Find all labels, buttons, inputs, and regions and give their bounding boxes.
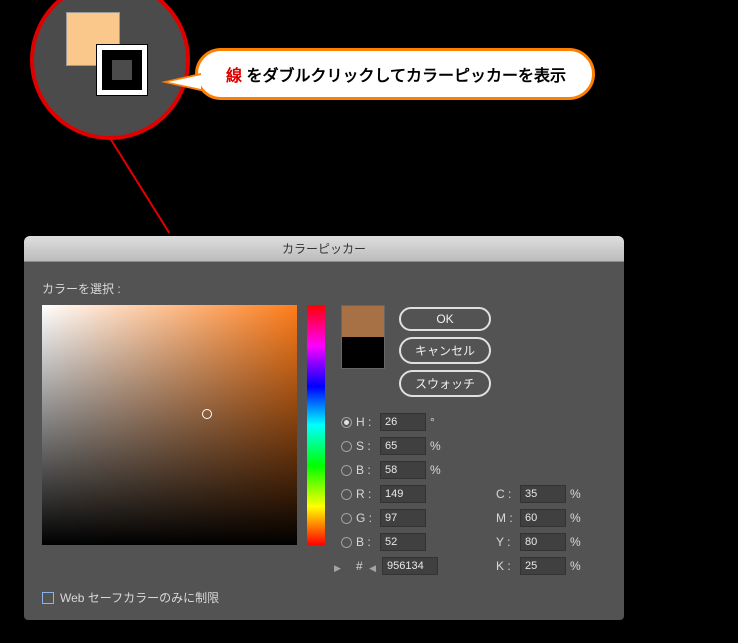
label-m: M : [496, 511, 516, 525]
label-y: Y : [496, 535, 516, 549]
radio-h[interactable] [341, 417, 352, 428]
callout-text: をダブルクリックしてカラーピッカーを表示 [242, 68, 566, 85]
radio-s[interactable] [341, 441, 352, 452]
input-h[interactable] [380, 413, 426, 431]
input-c[interactable] [520, 485, 566, 503]
swatches-button[interactable]: スウォッチ [399, 370, 491, 397]
color-picker-dialog: カラーピッカー カラーを選択 : ▶◀ OK キャンセル スウォッチ [24, 236, 624, 620]
hue-slider[interactable] [307, 305, 325, 545]
callout-highlight: 線 [226, 68, 242, 85]
dialog-title: カラーピッカー [282, 242, 366, 256]
radio-b-hsb[interactable] [341, 465, 352, 476]
input-k[interactable] [520, 557, 566, 575]
unit-s: % [430, 439, 442, 453]
radio-r[interactable] [341, 489, 352, 500]
color-preview [341, 305, 385, 369]
cancel-button[interactable]: キャンセル [399, 337, 491, 364]
unit-h: ° [430, 415, 442, 429]
input-b-rgb[interactable] [380, 533, 426, 551]
label-c: C : [496, 487, 516, 501]
input-b-hsb[interactable] [380, 461, 426, 479]
unit-y: % [570, 535, 582, 549]
unit-b-hsb: % [430, 463, 442, 477]
web-safe-label: Web セーフカラーのみに制限 [60, 589, 219, 606]
callout-bubble: 線 をダブルクリックしてカラーピッカーを表示 [195, 48, 595, 100]
label-h: H : [356, 415, 376, 429]
unit-m: % [570, 511, 582, 525]
label-g: G : [356, 511, 376, 525]
sv-marker[interactable] [202, 409, 212, 419]
label-s: S : [356, 439, 376, 453]
input-y[interactable] [520, 533, 566, 551]
label-b-hsb: B : [356, 463, 376, 477]
input-s[interactable] [380, 437, 426, 455]
radio-g[interactable] [341, 513, 352, 524]
color-preview-old[interactable] [342, 337, 384, 368]
saturation-value-panel[interactable] [42, 305, 297, 545]
input-hex[interactable] [382, 557, 438, 575]
input-r[interactable] [380, 485, 426, 503]
dialog-titlebar[interactable]: カラーピッカー [24, 236, 624, 262]
color-preview-new [342, 306, 384, 337]
input-g[interactable] [380, 509, 426, 527]
unit-c: % [570, 487, 582, 501]
web-safe-checkbox[interactable] [42, 592, 54, 604]
select-color-label: カラーを選択 : [42, 280, 606, 297]
label-k: K : [496, 559, 516, 573]
input-m[interactable] [520, 509, 566, 527]
ok-button[interactable]: OK [399, 307, 491, 331]
label-b-rgb: B : [356, 535, 376, 549]
radio-b-rgb[interactable] [341, 537, 352, 548]
label-hex: # [356, 559, 378, 573]
unit-k: % [570, 559, 582, 573]
stroke-swatch[interactable] [96, 44, 148, 96]
label-r: R : [356, 487, 376, 501]
pointer-line [110, 139, 170, 233]
magnified-swatch-circle [30, 0, 190, 140]
